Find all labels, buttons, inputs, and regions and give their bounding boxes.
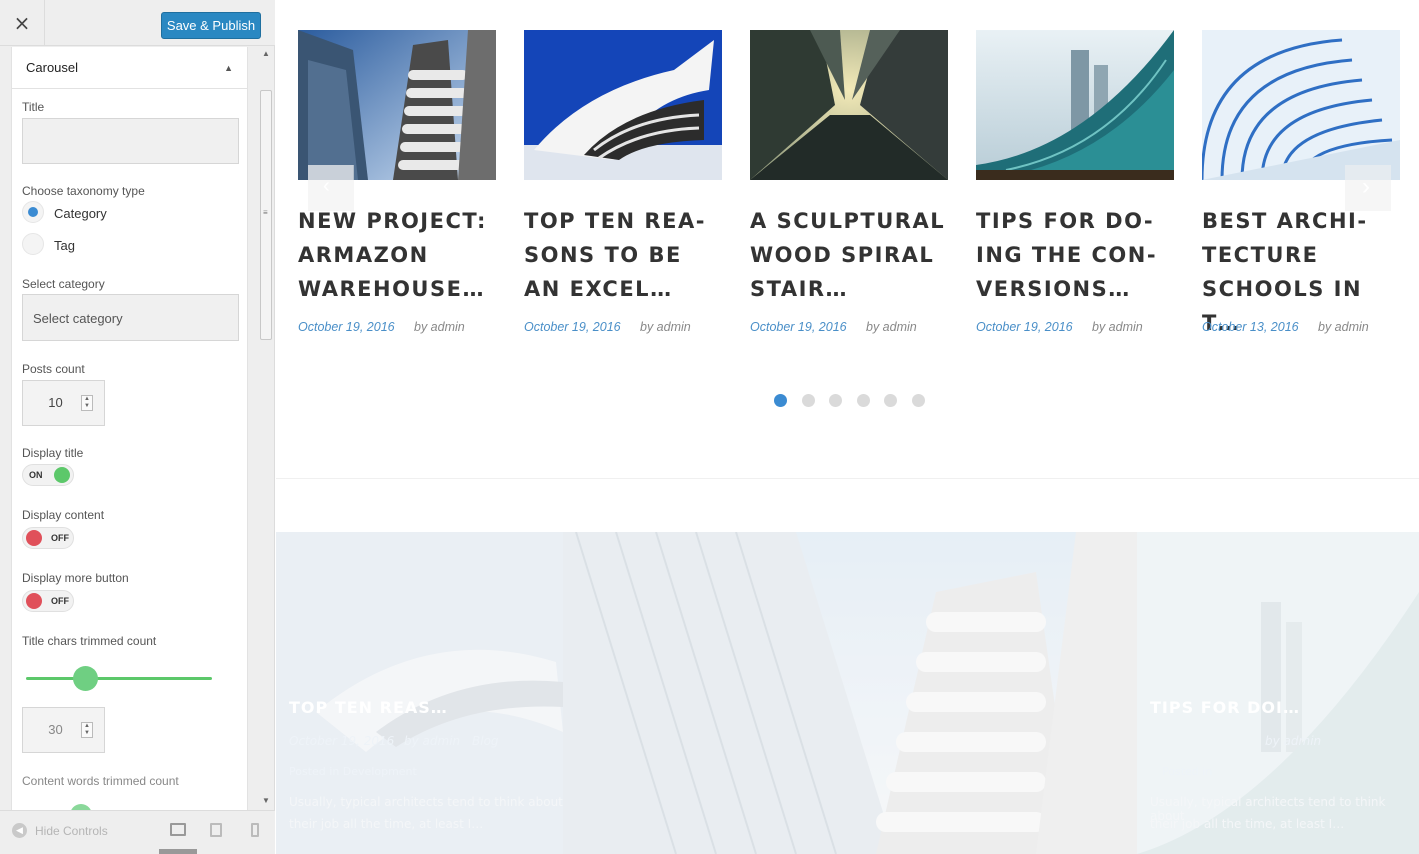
scroll-down-icon[interactable]: ▼ bbox=[262, 796, 270, 805]
mobile-icon[interactable] bbox=[251, 823, 259, 837]
toggle-state: OFF bbox=[51, 533, 69, 543]
post-image-5[interactable] bbox=[1202, 30, 1400, 180]
pagination-dot-2[interactable] bbox=[802, 394, 815, 407]
device-active-indicator bbox=[159, 849, 197, 854]
pagination-dot-3[interactable] bbox=[829, 394, 842, 407]
hide-controls-label: Hide Controls bbox=[35, 823, 108, 838]
display-more-toggle[interactable]: OFF bbox=[22, 590, 74, 612]
select-category-dropdown[interactable]: Select category bbox=[22, 294, 239, 341]
post-image-2[interactable] bbox=[524, 30, 722, 180]
post-image-4[interactable] bbox=[976, 30, 1174, 180]
customizer-header: × Save & Publish bbox=[0, 0, 275, 46]
select-category-label: Select category bbox=[22, 277, 105, 291]
site-preview: ‹ › NEW PROJECT: ARMAZON WAREHOUSE… TOP … bbox=[276, 0, 1419, 854]
title-chars-stepper[interactable]: 30 ▲ ▼ bbox=[22, 707, 105, 753]
toggle-knob-icon bbox=[54, 467, 70, 483]
collapse-arrow-icon: ◀ bbox=[12, 823, 27, 838]
gallery-author-right: by admin bbox=[1265, 734, 1322, 748]
post-date-1[interactable]: October 19, 2016 bbox=[298, 320, 395, 334]
display-content-toggle[interactable]: OFF bbox=[22, 527, 74, 549]
post-date-2[interactable]: October 19, 2016 bbox=[524, 320, 621, 334]
spinner-arrows-icon[interactable]: ▲ ▼ bbox=[81, 722, 93, 738]
radio-selected-dot-icon bbox=[28, 207, 38, 217]
collapse-arrow-icon[interactable]: ▲ bbox=[224, 63, 233, 73]
post-title-2[interactable]: TOP TEN REA-SONS TO BE AN EXCEL… bbox=[524, 204, 724, 306]
pagination-dot-4[interactable] bbox=[857, 394, 870, 407]
post-author-2[interactable]: by admin bbox=[640, 320, 691, 334]
toggle-knob-icon bbox=[26, 530, 42, 546]
toggle-state: ON bbox=[29, 470, 43, 480]
radio-category-label: Category bbox=[54, 206, 107, 221]
title-input[interactable] bbox=[22, 118, 239, 164]
carousel-settings-panel: Carousel ▲ Title Choose taxonomy type Ca… bbox=[11, 47, 248, 810]
post-title-3[interactable]: A SCULPTURAL WOOD SPIRAL STAIR… bbox=[750, 204, 950, 306]
pagination-dot-6[interactable] bbox=[912, 394, 925, 407]
gallery-excerpt-right-2: their job all the time, at least I… bbox=[1150, 817, 1345, 831]
title-label: Title bbox=[22, 100, 45, 114]
title-chars-label: Title chars trimmed count bbox=[22, 634, 157, 648]
radio-tag-label: Tag bbox=[54, 238, 75, 253]
post-author-1[interactable]: by admin bbox=[414, 320, 465, 334]
toggle-state: OFF bbox=[51, 596, 69, 606]
gallery-title-right[interactable]: TIPS FOR DOI… bbox=[1150, 698, 1300, 717]
sidebar-scrollbar[interactable]: ▲ ≡ ▼ bbox=[259, 47, 273, 810]
save-publish-button[interactable]: Save & Publish bbox=[161, 12, 261, 39]
section-title: Carousel bbox=[26, 60, 79, 75]
section-header-carousel[interactable]: Carousel ▲ bbox=[12, 47, 247, 89]
select-category-value: Select category bbox=[33, 311, 123, 326]
posts-count-label: Posts count bbox=[22, 362, 85, 376]
close-icon: × bbox=[13, 11, 31, 35]
title-chars-value: 30 bbox=[48, 722, 63, 737]
scrollbar-thumb[interactable]: ≡ bbox=[260, 90, 272, 340]
hide-controls-button[interactable]: ◀ Hide Controls bbox=[12, 823, 108, 838]
gallery-title-left[interactable]: TOP TEN REAS… bbox=[289, 698, 448, 717]
display-title-label: Display title bbox=[22, 446, 84, 460]
post-image-3[interactable] bbox=[750, 30, 948, 180]
post-author-5[interactable]: by admin bbox=[1318, 320, 1369, 334]
customizer-sidebar: × Save & Publish Carousel ▲ Title Choose… bbox=[0, 0, 275, 854]
gallery-date-left: October 19, 2016 bbox=[289, 734, 395, 748]
post-date-5[interactable]: October 13, 2016 bbox=[1202, 320, 1299, 334]
gallery-category-left: Blog bbox=[472, 734, 499, 748]
posts-count-value: 10 bbox=[48, 395, 63, 410]
post-author-4[interactable]: by admin bbox=[1092, 320, 1143, 334]
post-date-3[interactable]: October 19, 2016 bbox=[750, 320, 847, 334]
gallery-excerpt-left-2: their job all the time, at least I… bbox=[289, 817, 484, 831]
radio-tag[interactable] bbox=[22, 233, 44, 255]
taxonomy-label: Choose taxonomy type bbox=[22, 184, 145, 198]
faded-gallery: TOP TEN REAS… October 19, 2016 by admin … bbox=[276, 532, 1419, 854]
post-title-1[interactable]: NEW PROJECT: ARMAZON WAREHOUSE… bbox=[298, 204, 498, 306]
gallery-posted-in-left: Posted in Development bbox=[289, 765, 417, 778]
radio-category[interactable] bbox=[22, 201, 44, 223]
gallery-author-left: by admin bbox=[404, 734, 461, 748]
close-customizer-button[interactable]: × bbox=[0, 0, 45, 46]
post-author-3[interactable]: by admin bbox=[866, 320, 917, 334]
desktop-icon[interactable] bbox=[170, 823, 186, 836]
section-divider bbox=[276, 478, 1419, 479]
chevron-left-icon: ‹ bbox=[323, 175, 330, 197]
display-title-toggle[interactable]: ON bbox=[22, 464, 74, 486]
display-more-label: Display more button bbox=[22, 571, 129, 585]
post-image-1[interactable] bbox=[298, 30, 496, 180]
scroll-up-icon[interactable]: ▲ bbox=[262, 49, 270, 58]
pagination-dot-5[interactable] bbox=[884, 394, 897, 407]
post-title-4[interactable]: TIPS FOR DO-ING THE CON-VERSIONS… bbox=[976, 204, 1176, 306]
grip-icon: ≡ bbox=[263, 208, 268, 217]
spinner-arrows-icon[interactable]: ▲ ▼ bbox=[81, 395, 93, 411]
display-content-label: Display content bbox=[22, 508, 105, 522]
chevron-right-icon: › bbox=[1362, 173, 1370, 200]
gallery-excerpt-left-1: Usually, typical architects tend to thin… bbox=[289, 795, 563, 809]
tablet-icon[interactable] bbox=[210, 823, 222, 837]
title-chars-slider-track[interactable] bbox=[26, 677, 212, 680]
title-chars-slider-handle[interactable] bbox=[73, 666, 99, 691]
toggle-knob-icon bbox=[26, 593, 42, 609]
customizer-footer: ◀ Hide Controls bbox=[0, 810, 275, 854]
post-date-4[interactable]: October 19, 2016 bbox=[976, 320, 1073, 334]
content-words-label: Content words trimmed count bbox=[22, 774, 179, 788]
pagination-dot-1[interactable] bbox=[774, 394, 787, 407]
posts-count-stepper[interactable]: 10 ▲ ▼ bbox=[22, 380, 105, 426]
gallery-posted-in-right: Posted in bbox=[1162, 765, 1213, 778]
